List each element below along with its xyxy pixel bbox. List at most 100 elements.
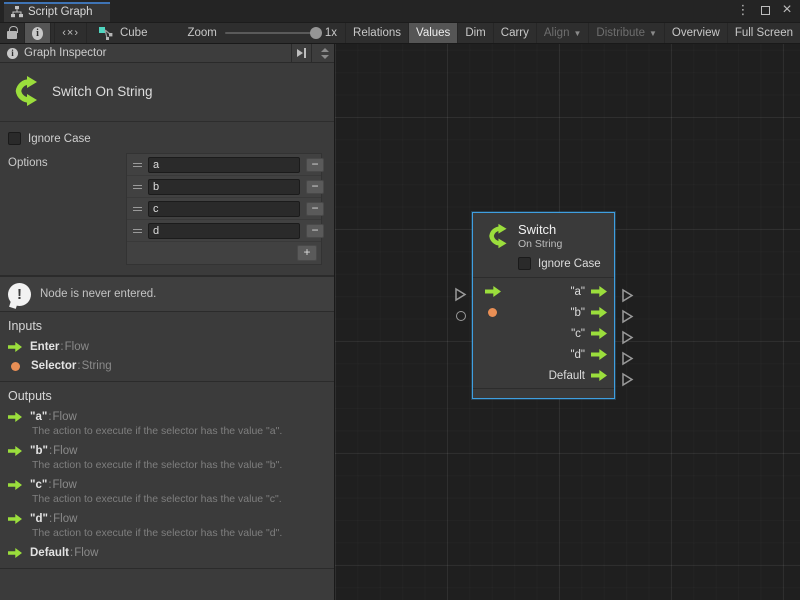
inputs-section: Inputs Enter:Flow Selector:String <box>0 312 334 381</box>
outputs-header: Outputs <box>8 389 326 403</box>
output-port-icon[interactable] <box>591 307 607 318</box>
port-row-b: "b" <box>473 302 614 323</box>
inspector-empty-space <box>0 569 334 600</box>
output-port-icon[interactable] <box>591 328 607 339</box>
node-subtitle: On String <box>518 238 562 250</box>
enter-port-icon[interactable] <box>485 286 501 297</box>
external-flow-input-stub-icon[interactable] <box>454 287 467 302</box>
output-port-d: "d":Flow <box>8 513 326 525</box>
drag-handle-icon[interactable] <box>133 207 142 211</box>
output-port-description: The action to execute if the selector ha… <box>32 459 326 471</box>
flow-port-icon <box>8 446 22 456</box>
output-port-description: The action to execute if the selector ha… <box>32 527 326 539</box>
zoom-value: 1x <box>325 27 337 39</box>
fullscreen-button[interactable]: Full Screen <box>728 23 800 43</box>
external-flow-output-stub-icon[interactable] <box>621 372 634 387</box>
options-footer: + <box>127 242 321 264</box>
ignore-case-checkbox[interactable] <box>518 257 531 270</box>
inspector-toggle-button[interactable]: i <box>25 23 51 43</box>
flow-port-icon <box>8 514 22 524</box>
script-graph-window: Script Graph ⋮ × i ‹×› Cube Zoom 1x <box>0 0 800 600</box>
remove-option-button[interactable]: − <box>306 158 324 172</box>
remove-option-button[interactable]: − <box>306 202 324 216</box>
lock-icon <box>7 31 17 39</box>
option-input-1[interactable] <box>148 179 300 195</box>
list-item: − <box>127 198 321 220</box>
node-title: Switch <box>518 222 562 237</box>
flow-port-icon <box>8 548 22 558</box>
relations-button[interactable]: Relations <box>345 23 409 43</box>
values-button[interactable]: Values <box>409 23 458 43</box>
output-port-c: "c":Flow <box>8 479 326 491</box>
overview-button[interactable]: Overview <box>665 23 728 43</box>
output-port-icon[interactable] <box>591 286 607 297</box>
dock-icon <box>297 49 303 57</box>
output-port-icon[interactable] <box>591 349 607 360</box>
ignore-case-label: Ignore Case <box>538 258 601 270</box>
selector-port-icon[interactable] <box>488 308 497 317</box>
list-item: − <box>127 176 321 198</box>
chevron-down-icon: ▼ <box>649 29 657 38</box>
graph-canvas[interactable]: Switch On String Ignore Case "a" <box>335 44 800 600</box>
remove-option-button[interactable]: − <box>306 224 324 238</box>
drag-handle-icon[interactable] <box>133 163 142 167</box>
zoom-slider[interactable] <box>225 32 317 34</box>
external-value-input-stub-icon[interactable] <box>456 311 466 321</box>
carry-button[interactable]: Carry <box>494 23 537 43</box>
options-label: Options <box>8 153 48 169</box>
output-port-icon[interactable] <box>591 370 607 381</box>
add-option-button[interactable]: + <box>297 245 317 261</box>
output-port-description: The action to execute if the selector ha… <box>32 493 326 505</box>
inputs-header: Inputs <box>8 319 326 333</box>
external-flow-output-stub-icon[interactable] <box>621 351 634 366</box>
warning-icon: ! <box>8 283 31 306</box>
close-icon[interactable]: × <box>780 3 794 17</box>
maximize-icon[interactable] <box>758 3 772 17</box>
port-row-d: "d" <box>473 344 614 365</box>
drag-handle-icon[interactable] <box>133 185 142 189</box>
switch-on-string-node[interactable]: Switch On String Ignore Case "a" <box>472 212 615 399</box>
graph-toolbar: i ‹×› Cube Zoom 1x Relations Values Dim … <box>0 22 800 44</box>
distribute-dropdown[interactable]: Distribute▼ <box>589 23 665 43</box>
drag-handle-icon[interactable] <box>133 229 142 233</box>
lock-button[interactable] <box>0 23 25 43</box>
option-input-3[interactable] <box>148 223 300 239</box>
option-input-0[interactable] <box>148 157 300 173</box>
tab-script-graph[interactable]: Script Graph <box>4 2 110 22</box>
scroll-up-icon[interactable] <box>321 48 329 52</box>
graph-icon <box>11 6 23 18</box>
scroll-down-icon[interactable] <box>321 55 329 59</box>
dock-panel-button[interactable] <box>291 44 312 62</box>
main-area: i Graph Inspector Switch On String Ig <box>0 44 800 600</box>
node-ports: "a" "b" "c" "d" <box>473 278 614 388</box>
output-port-b: "b":Flow <box>8 445 326 457</box>
window-controls: ⋮ × <box>736 3 794 17</box>
tab-accent-bar <box>4 2 110 4</box>
align-dropdown[interactable]: Align▼ <box>537 23 590 43</box>
titlebar: Script Graph ⋮ × <box>0 0 800 22</box>
menu-icon[interactable]: ⋮ <box>736 3 750 17</box>
node-footer <box>473 388 614 398</box>
external-flow-output-stub-icon[interactable] <box>621 330 634 345</box>
inspector-node-title: Switch On String <box>52 84 153 99</box>
graph-breadcrumb-button[interactable]: Cube <box>87 23 160 43</box>
node-header: Switch On String <box>473 213 614 252</box>
port-row-default: Default <box>473 365 614 386</box>
option-input-2[interactable] <box>148 201 300 217</box>
input-port-selector: Selector:String <box>8 360 326 372</box>
zoom-slider-handle[interactable] <box>310 27 322 39</box>
warning-text: Node is never entered. <box>40 288 156 300</box>
ignore-case-label: Ignore Case <box>28 133 91 145</box>
external-flow-output-stub-icon[interactable] <box>621 309 634 324</box>
inspector-header: i Graph Inspector <box>0 44 334 63</box>
remove-option-button[interactable]: − <box>306 180 324 194</box>
dim-button[interactable]: Dim <box>458 23 493 43</box>
ignore-case-checkbox[interactable] <box>8 132 21 145</box>
graph-name-label: Cube <box>120 27 148 39</box>
flow-port-icon <box>8 480 22 490</box>
code-view-button[interactable]: ‹×› <box>55 23 87 43</box>
options-section: Options − − − <box>0 149 334 271</box>
chevron-down-icon: ▼ <box>573 29 581 38</box>
external-flow-output-stub-icon[interactable] <box>621 288 634 303</box>
port-row-c: "c" <box>473 323 614 344</box>
